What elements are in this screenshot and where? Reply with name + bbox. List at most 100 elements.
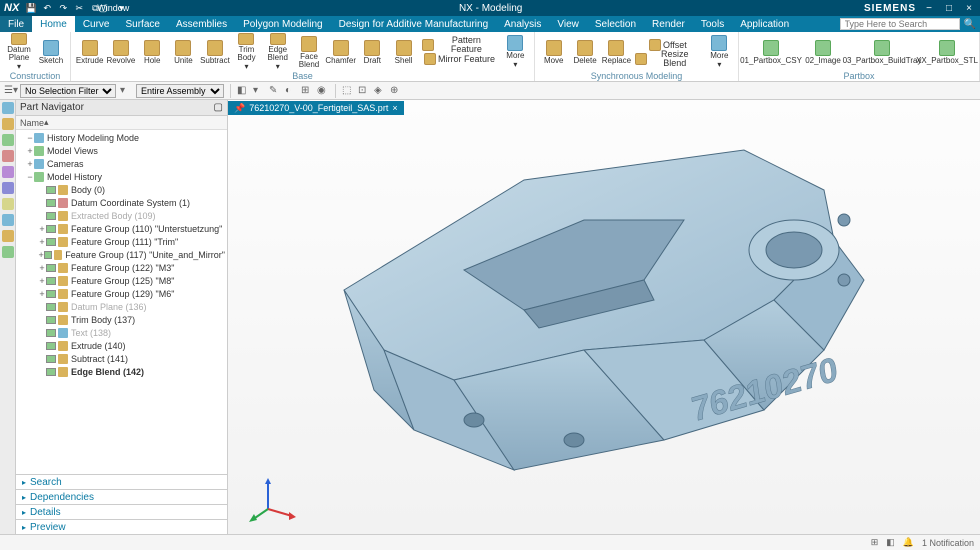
hole-button[interactable]: Hole [138,33,167,71]
resource-icon-7[interactable] [2,198,14,210]
resource-icon-4[interactable] [2,150,14,162]
resource-icon-10[interactable] [2,246,14,258]
notification-bell-icon[interactable]: 🔔 [903,537,914,548]
tb-ico-5[interactable]: ⊞ [301,85,313,97]
partbox-buildtray-button[interactable]: 03_Partbox_BuildTray [847,33,917,71]
tb-ico-9[interactable]: ◈ [374,85,386,97]
shell-button[interactable]: Shell [389,33,418,71]
tree-node[interactable]: Datum Plane (136) [18,300,225,313]
resource-icon-8[interactable] [2,214,14,226]
nav-section-details[interactable]: ▸Details [16,504,227,519]
notification-text[interactable]: 1 Notification [922,538,974,548]
tab-analysis[interactable]: Analysis [496,16,549,32]
tree-node[interactable]: Body (0) [18,183,225,196]
tb-ico-1[interactable]: ◧ [237,85,249,97]
base-more-button[interactable]: More▾ [501,33,530,71]
part-model[interactable]: 76210270 [264,110,884,490]
trim-body-button[interactable]: Trim Body▾ [232,33,261,71]
datum-plane-button[interactable]: Datum Plane▾ [4,33,34,71]
tab-tools[interactable]: Tools [693,16,732,32]
navigator-tree[interactable]: −History Modeling Mode+Model Views+Camer… [16,130,227,474]
qat-redo-icon[interactable]: ↷ [57,2,69,14]
tab-additive[interactable]: Design for Additive Manufacturing [331,16,497,32]
subtract-button[interactable]: Subtract [200,33,230,71]
resource-icon-1[interactable] [2,102,14,114]
qat-save-icon[interactable]: 💾 [25,2,37,14]
qat-cut-icon[interactable]: ✂ [73,2,85,14]
resource-icon-2[interactable] [2,118,14,130]
tb-ico-2[interactable]: ▾ [253,85,265,97]
resource-icon-9[interactable] [2,230,14,242]
tab-selection[interactable]: Selection [587,16,644,32]
unite-button[interactable]: Unite [169,33,198,71]
minimize-button[interactable]: − [922,3,936,14]
tb-ico-7[interactable]: ⬚ [342,85,354,97]
extrude-button[interactable]: Extrude [75,33,104,71]
tb-ico-10[interactable]: ⊕ [390,85,402,97]
tab-home[interactable]: Home [32,16,75,32]
nav-section-dependencies[interactable]: ▸Dependencies [16,489,227,504]
tab-curve[interactable]: Curve [75,16,118,32]
navigator-column-header[interactable]: Name ▴ [16,116,227,130]
tab-render[interactable]: Render [644,16,693,32]
tree-node[interactable]: −History Modeling Mode [18,131,225,144]
nav-section-search[interactable]: ▸Search [16,474,227,489]
tab-application[interactable]: Application [732,16,797,32]
tree-node[interactable]: Extracted Body (109) [18,209,225,222]
tree-node[interactable]: +Feature Group (111) "Trim" [18,235,225,248]
edge-blend-button[interactable]: Edge Blend▾ [263,33,292,71]
nav-section-preview[interactable]: ▸Preview [16,519,227,534]
mirror-feature-button[interactable]: Mirror Feature [420,52,499,66]
tree-node[interactable]: −Model History [18,170,225,183]
tb-ico-4[interactable]: ◐ [285,85,297,97]
resource-icon-6[interactable] [2,182,14,194]
resource-icon-5[interactable] [2,166,14,178]
maximize-button[interactable]: □ [942,3,956,14]
resource-icon-3[interactable] [2,134,14,146]
qat-undo-icon[interactable]: ↶ [41,2,53,14]
sketch-button[interactable]: Sketch [36,33,66,71]
close-button[interactable]: × [962,3,976,14]
search-input[interactable] [840,18,960,30]
tree-node[interactable]: Edge Blend (142) [18,365,225,378]
tree-node[interactable]: Subtract (141) [18,352,225,365]
delete-button[interactable]: Delete [570,33,599,71]
revolve-button[interactable]: Revolve [106,33,135,71]
tb-ico-3[interactable]: ✎ [269,85,281,97]
tb-ico-8[interactable]: ⊡ [358,85,370,97]
tree-node[interactable]: Trim Body (137) [18,313,225,326]
sync-more-button[interactable]: More▾ [705,33,734,71]
replace-button[interactable]: Replace [602,33,631,71]
partbox-image-button[interactable]: 02_Image [801,33,845,71]
assembly-scope-dropdown[interactable]: Entire Assembly [136,84,224,98]
tab-surface[interactable]: Surface [118,16,168,32]
view-triad[interactable] [248,474,298,524]
tree-node[interactable]: +Cameras [18,157,225,170]
chamfer-button[interactable]: Chamfer [326,33,356,71]
qat-window-dropdown[interactable]: ▢ Window ▾ [105,2,117,14]
status-icon-1[interactable]: ⊞ [871,537,879,548]
tab-file[interactable]: File [0,16,32,32]
tree-node[interactable]: Text (138) [18,326,225,339]
navigator-close-icon[interactable]: ▢ [214,102,223,113]
tab-polygon-modeling[interactable]: Polygon Modeling [235,16,331,32]
tree-node[interactable]: +Model Views [18,144,225,157]
selection-filter-dropdown[interactable]: No Selection Filter [20,84,116,98]
tab-assemblies[interactable]: Assemblies [168,16,235,32]
pattern-feature-button[interactable]: Pattern Feature [420,38,499,52]
tree-node[interactable]: +Feature Group (117) "Unite_and_Mirror" [18,248,225,261]
move-button[interactable]: Move [539,33,568,71]
filter-icon[interactable]: ▾ [120,85,132,97]
tree-node[interactable]: Extrude (140) [18,339,225,352]
search-icon[interactable]: 🔍 [960,19,980,30]
menu-icon[interactable]: ☰▾ [4,85,16,97]
draft-button[interactable]: Draft [358,33,387,71]
face-blend-button[interactable]: Face Blend [294,33,323,71]
tree-node[interactable]: +Feature Group (129) "M6" [18,287,225,300]
status-icon-2[interactable]: ◧ [886,537,895,548]
tb-ico-6[interactable]: ◉ [317,85,329,97]
partbox-stl-button[interactable]: XX_Partbox_STL [919,33,975,71]
tree-node[interactable]: +Feature Group (125) "M8" [18,274,225,287]
tab-pin-icon[interactable]: 📌 [234,103,245,114]
tree-node[interactable]: +Feature Group (122) "M3" [18,261,225,274]
